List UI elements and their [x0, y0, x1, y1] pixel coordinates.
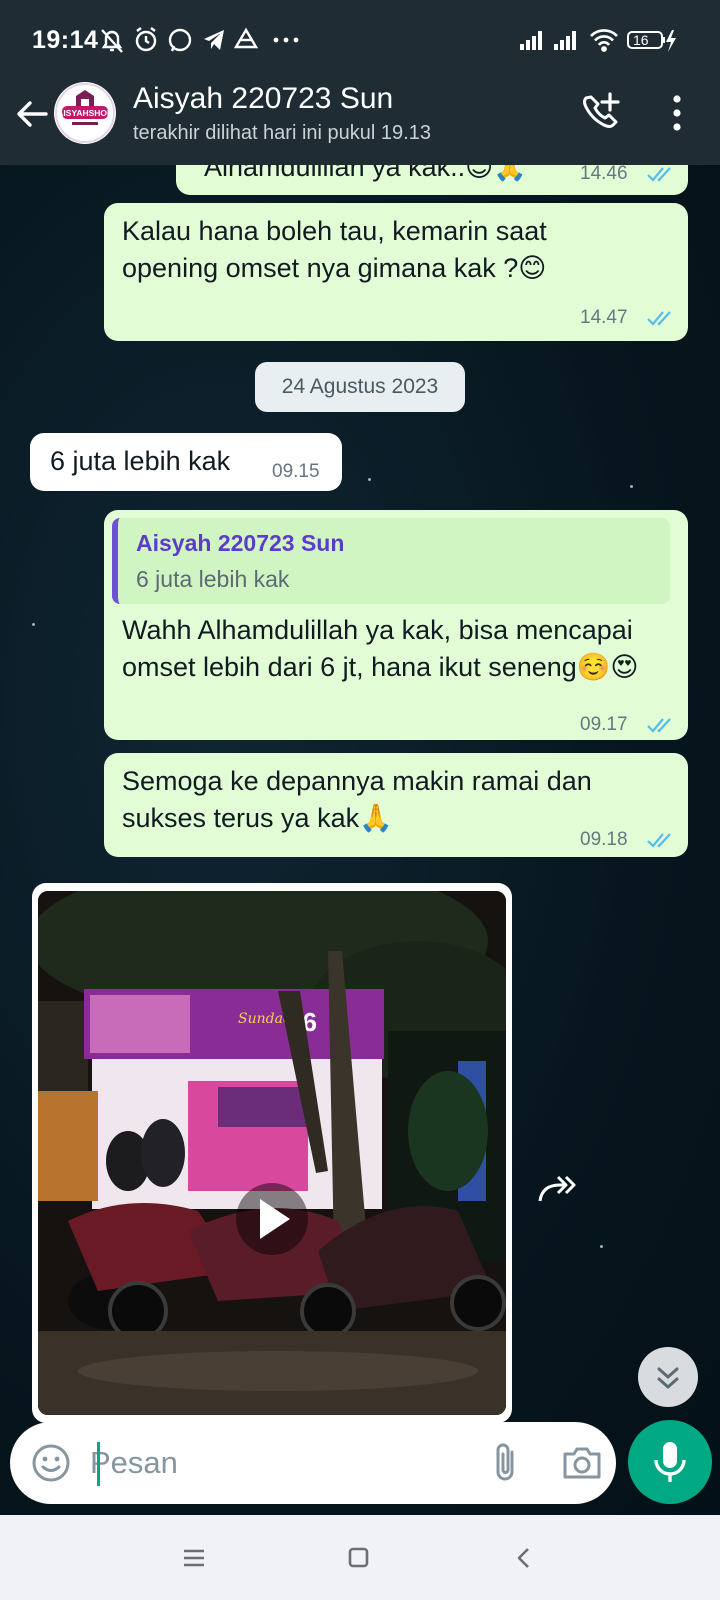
wallpaper-star	[32, 623, 35, 626]
alarm-icon	[135, 27, 157, 52]
system-nav-bar	[0, 1515, 720, 1600]
drive-icon	[233, 27, 259, 49]
svg-text:AISYAHSHOP: AISYAHSHOP	[57, 108, 113, 118]
back-arrow-icon[interactable]	[10, 92, 54, 136]
wallpaper-star	[368, 478, 371, 481]
message-bubble-outgoing[interactable]: Aisyah 220723 Sun 6 juta lebih kak Wahh …	[104, 510, 688, 740]
more-notifications-icon	[273, 37, 299, 43]
video-scene: Sundae 66	[38, 891, 506, 1415]
wallpaper-star	[630, 485, 633, 488]
signal-icon-2	[554, 31, 576, 50]
notification-icons	[101, 27, 299, 53]
quoted-message[interactable]: Aisyah 220723 Sun 6 juta lebih kak	[112, 518, 670, 604]
message-time: 09.15	[272, 461, 320, 482]
quote-author: Aisyah 220723 Sun	[136, 530, 345, 556]
avatar-logo: AISYAHSHOP	[55, 83, 115, 143]
message-time: 14.47	[580, 307, 628, 328]
avatar[interactable]: AISYAHSHOP	[54, 82, 116, 144]
read-ticks-icon	[647, 718, 671, 733]
telegram-icon	[204, 30, 224, 50]
battery-level: 16	[633, 32, 649, 48]
camera-icon[interactable]	[560, 1440, 604, 1486]
whatsapp-icon	[168, 28, 192, 52]
message-bubble-outgoing[interactable]: Kalau hana boleh tau, kemarin saat openi…	[104, 203, 688, 341]
quote-text: 6 juta lebih kak	[136, 566, 290, 592]
contact-name[interactable]: Aisyah 220723 Sun	[133, 82, 393, 116]
bell-off-icon	[101, 29, 123, 53]
text-cursor	[97, 1442, 100, 1486]
double-chevron-down-icon	[657, 1367, 679, 1389]
attach-icon[interactable]	[486, 1440, 526, 1486]
back-nav-icon[interactable]	[506, 1541, 542, 1575]
play-icon	[236, 1183, 308, 1255]
read-ticks-icon	[647, 167, 671, 182]
wifi-icon	[590, 29, 618, 52]
message-text: Alhamdulillah ya kak..😊🙏	[204, 165, 527, 182]
read-ticks-icon	[647, 311, 671, 326]
message-time: 09.18	[580, 829, 628, 850]
status-bar: 19:14 16	[0, 0, 720, 80]
message-bubble-outgoing[interactable]: Alhamdulillah ya kak..😊🙏 14.46	[176, 165, 688, 195]
message-text: Wahh Alhamdulillah ya kak, bisa mencapai…	[122, 615, 639, 682]
more-vert-icon[interactable]	[662, 90, 692, 136]
message-text: Semoga ke depannya makin ramai dan sukse…	[122, 766, 592, 833]
message-text: 6 juta lebih kak	[50, 446, 231, 476]
add-call-icon[interactable]	[578, 90, 624, 136]
date-divider: 24 Agustus 2023	[255, 362, 465, 412]
message-compose-bar	[10, 1422, 616, 1504]
message-bubble-outgoing[interactable]: Semoga ke depannya makin ramai dan sukse…	[104, 753, 688, 857]
signal-icon	[520, 31, 542, 50]
recent-apps-icon[interactable]	[176, 1541, 212, 1575]
emoji-icon[interactable]	[30, 1442, 72, 1484]
top-bar: 19:14 16 AISYAHSHOP Aisyah 220723 Sun te…	[0, 0, 720, 165]
message-bubble-incoming[interactable]: 6 juta lebih kak 09.15	[30, 433, 342, 491]
scroll-to-bottom-button[interactable]	[638, 1347, 698, 1407]
read-ticks-icon	[647, 833, 671, 848]
home-icon[interactable]	[340, 1541, 376, 1575]
voice-message-button[interactable]	[628, 1420, 712, 1504]
status-time: 19:14	[32, 26, 99, 54]
message-time: 14.46	[580, 165, 628, 184]
message-input[interactable]	[90, 1440, 470, 1486]
mic-icon	[654, 1442, 686, 1482]
message-text: Kalau hana boleh tau, kemarin saat openi…	[122, 216, 547, 283]
system-icons: 16	[520, 29, 676, 52]
video-message-bubble[interactable]: Sundae 66	[32, 883, 512, 1423]
video-thumbnail[interactable]: Sundae 66	[38, 891, 506, 1415]
last-seen-status: terakhir dilihat hari ini pukul 19.13	[133, 122, 431, 144]
message-time: 09.17	[580, 714, 628, 735]
wallpaper-star	[600, 1245, 603, 1248]
forward-icon[interactable]	[536, 1171, 580, 1207]
chat-area[interactable]: Alhamdulillah ya kak..😊🙏 14.46 Kalau han…	[0, 165, 720, 1515]
charging-icon	[666, 30, 676, 52]
chat-header: AISYAHSHOP Aisyah 220723 Sun terakhir di…	[0, 80, 720, 165]
